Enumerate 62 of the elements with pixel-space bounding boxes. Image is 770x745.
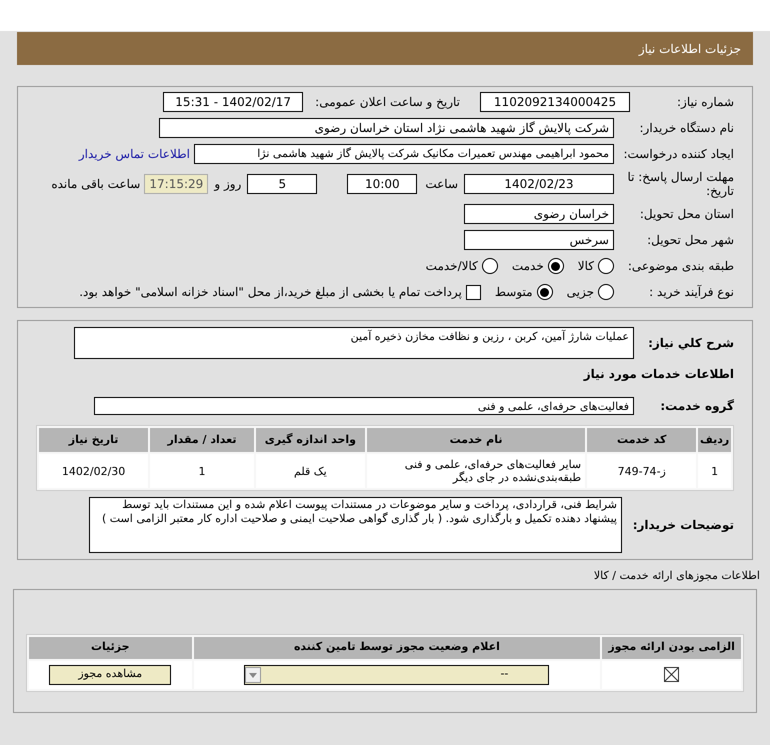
- field-label: نوع فرآیند خرید :: [649, 285, 734, 299]
- column-header: جزئیات: [29, 636, 192, 658]
- table-cell: ز-74-749: [587, 454, 696, 488]
- table-cell: یک قلم: [256, 454, 365, 488]
- field-label: توضیحات خریدار:: [632, 518, 734, 532]
- field-label: گروه خدمت:: [660, 399, 734, 413]
- table-cell: 1402/02/30: [39, 454, 148, 488]
- radio-button[interactable]: [536, 284, 553, 300]
- table-cell: 1: [150, 454, 254, 488]
- column-header: تعداد / مقدار: [150, 428, 254, 452]
- column-header: اعلام وضعیت مجوز توسط تامین کننده: [194, 636, 600, 658]
- text-field[interactable]: فعالیت‌های حرفه‌ای، علمی و فنی: [94, 397, 634, 415]
- text-field[interactable]: 1402/02/17 - 15:31: [163, 92, 304, 112]
- field-label: پرداخت تمام یا بخشی از مبلغ خرید،از محل "اسناد خزانه اسلامی" خواهد بود.: [79, 284, 462, 301]
- status-dropdown[interactable]: --: [244, 664, 550, 684]
- column-header: ردیف: [698, 428, 731, 452]
- field-label: نام دستگاه خریدار:: [640, 121, 734, 135]
- radio-button[interactable]: [482, 258, 498, 274]
- field-label: روز و: [214, 176, 242, 193]
- notes-box: شرایط فنی، قراردادی، پرداخت و سایر موضوعات در مستندات پیوست اعلام شده و این مستندات باید توسط پیشنهاد دهنده تکمیل و بارگذاری شود. ( بار گذاری گواهی صلاحیت ایمنی و صلاحیت اداره کار معتبر الزامی است ): [89, 497, 622, 553]
- field-label: شهر محل تحویل:: [647, 233, 734, 247]
- field-label: مهلت ارسال پاسخ: تا تاریخ:: [627, 170, 734, 198]
- text-field[interactable]: محمود ابراهیمی مهندس تعمیرات مکانیک شرکت پالایش گاز شهید هاشمی نژا: [194, 144, 614, 164]
- field-label: اطلاعات مجوزهای ارائه خدمت / کالا: [594, 569, 760, 582]
- radio-button[interactable]: [598, 258, 614, 274]
- text-field[interactable]: سرخس: [464, 230, 614, 250]
- radio-button[interactable]: [598, 284, 614, 300]
- column-header: واحد اندازه گیری: [256, 428, 365, 452]
- field-label: ساعت: [425, 176, 458, 193]
- field-label: ایجاد کننده درخواست:: [623, 147, 734, 161]
- field-label: کالا/خدمت: [426, 258, 478, 275]
- field-label: تاریخ و ساعت اعلان عمومی:: [315, 94, 460, 111]
- text-field[interactable]: خراسان رضوی: [464, 204, 614, 224]
- checkbox[interactable]: [466, 284, 481, 300]
- countdown-field: 17:15:29: [144, 174, 208, 194]
- field-label: شرح کلي نياز:: [648, 336, 734, 350]
- field-label: کالا: [578, 258, 594, 275]
- dropdown-caret-icon: [245, 666, 262, 682]
- text-field[interactable]: 5: [247, 174, 318, 194]
- table-cell: 1: [698, 454, 731, 488]
- field-label: خدمت: [512, 258, 544, 275]
- field-label: اطلاعات خدمات مورد نیاز: [584, 367, 734, 381]
- radio-button[interactable]: [548, 258, 564, 274]
- field-label: ساعت باقی مانده: [51, 176, 140, 193]
- field-label: جزیی: [566, 284, 594, 301]
- text-field[interactable]: شرکت پالایش گاز شهید هاشمی نژاد استان خراسان رضوی: [159, 118, 614, 138]
- column-header: کد خدمت: [587, 428, 696, 452]
- text-field[interactable]: 1102092134000425: [480, 92, 630, 112]
- field-label: متوسط: [494, 284, 533, 301]
- table-cell: سایر فعالیت‌های حرفه‌ای، علمی و فنی طبقه‌بندی‌نشده در جای دیگر: [366, 454, 586, 488]
- text-field[interactable]: عملیات شارژ آمین، کربن ، رزین و نظافت مخازن ذخیره آمین: [74, 327, 634, 359]
- page-title: جزئیات اطلاعات نیاز: [638, 40, 741, 58]
- column-header: تاریخ نیاز: [39, 428, 148, 452]
- field-label: شماره نیاز:: [677, 95, 734, 109]
- text-field[interactable]: 1402/02/23: [464, 174, 614, 194]
- view-permit-button[interactable]: مشاهده مجوز: [49, 664, 172, 684]
- text-field[interactable]: 10:00: [347, 174, 418, 194]
- column-header: نام خدمت: [366, 428, 586, 452]
- contact-link[interactable]: اطلاعات تماس خریدار: [78, 145, 190, 163]
- field-label: طبقه بندی موضوعی:: [628, 259, 734, 273]
- column-header: الزامی بودن ارائه مجوز: [602, 636, 741, 658]
- field-label: استان محل تحویل:: [640, 207, 734, 221]
